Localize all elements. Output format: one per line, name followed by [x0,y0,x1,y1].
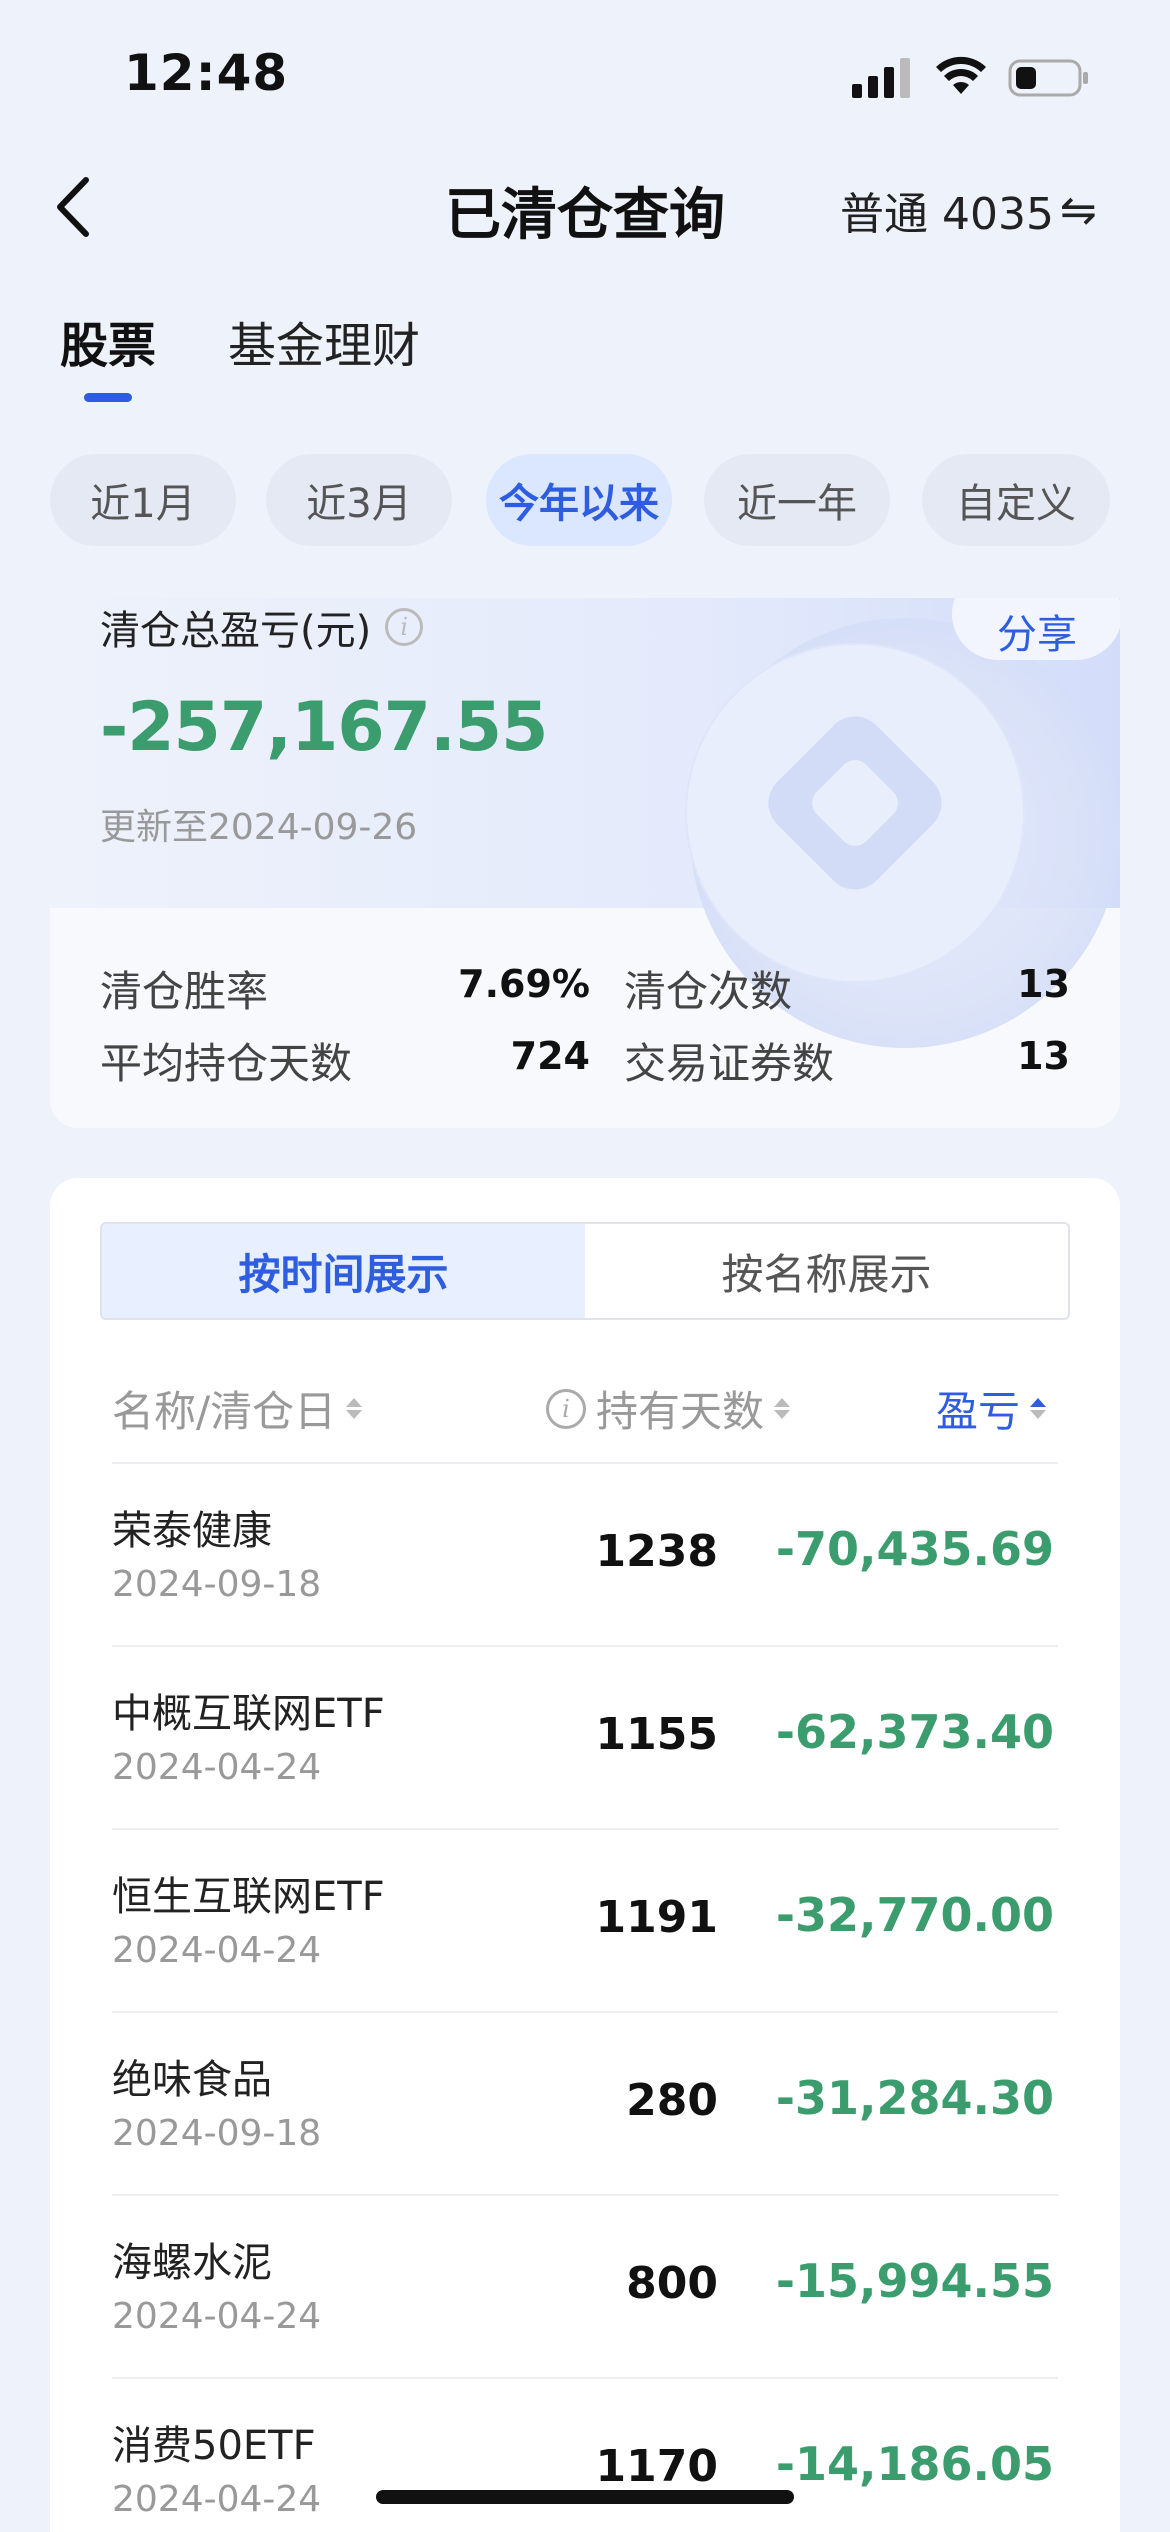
table-row[interactable]: 恒生互联网ETF 2024-04-24 1191 -32,770.00 [112,1830,1058,2013]
row-days: 1238 [595,1526,718,1577]
row-pnl: -70,435.69 [775,1522,1054,1576]
row-name: 中概互联网ETF [112,1691,385,1737]
table-row[interactable]: 中概互联网ETF 2024-04-24 1155 -62,373.40 [112,1647,1058,1830]
row-date: 2024-04-24 [112,1930,322,1971]
filter-1-year[interactable]: 近一年 [704,454,890,546]
view-by-time-button[interactable]: 按时间展示 [102,1224,585,1318]
tab-stocks[interactable]: 股票 [60,306,156,376]
stat-securities-label: 交易证券数 [624,1039,835,1088]
summary-title-label: 清仓总盈亏(元) [100,608,372,654]
table-row[interactable]: 绝味食品 2024-09-18 280 -31,284.30 [112,2013,1058,2196]
row-date: 2024-09-18 [112,2113,322,2154]
view-by-name-button[interactable]: 按名称展示 [585,1224,1068,1318]
row-pnl: -62,373.40 [775,1705,1054,1759]
column-header-name[interactable]: 名称/清仓日 [112,1378,363,1439]
filter-3-months[interactable]: 近3月 [266,454,452,546]
row-date: 2024-04-24 [112,2296,322,2337]
stat-avg-days-label: 平均持仓天数 [100,1039,353,1088]
summary-title: 清仓总盈亏(元) i [100,598,424,656]
row-name: 恒生互联网ETF [112,1874,385,1920]
column-header-pnl[interactable]: 盈亏 [936,1378,1047,1439]
filter-ytd[interactable]: 今年以来 [486,454,672,546]
info-icon[interactable]: i [385,608,424,646]
summary-card: 清仓总盈亏(元) i 分享 -257,167.55 更新至2024-09-26 … [50,598,1120,1128]
swap-icon: ⇋ [1059,184,1097,236]
table-row[interactable]: 消费50ETF 2024-04-24 1170 -14,186.05 [112,2379,1058,2532]
home-indicator[interactable] [376,2490,794,2504]
update-date: 更新至2024-09-26 [100,807,418,848]
row-pnl: -31,284.30 [775,2071,1054,2125]
stat-avg-days-value: 724 [510,1034,590,1078]
column-header-pnl-label: 盈亏 [936,1387,1021,1436]
row-name: 绝味食品 [112,2057,272,2103]
filter-custom[interactable]: 自定义 [922,454,1110,546]
table-row[interactable]: 荣泰健康 2024-09-18 1238 -70,435.69 [112,1464,1058,1647]
sort-icon [774,1398,791,1419]
cleared-positions-card: 按时间展示 按名称展示 名称/清仓日 i 持有天数 盈亏 荣泰健康 2024-0… [50,1178,1120,2532]
filter-1-month[interactable]: 近1月 [50,454,236,546]
column-header-days[interactable]: i 持有天数 [546,1378,791,1439]
row-date: 2024-09-18 [112,1564,322,1605]
stat-win-rate-value: 7.69% [458,962,590,1006]
tab-funds[interactable]: 基金理财 [228,306,420,376]
row-days: 280 [626,2075,718,2126]
account-switcher[interactable]: 普通 4035 ⇋ [840,178,1097,242]
info-icon[interactable]: i [546,1388,586,1429]
row-date: 2024-04-24 [112,1747,322,1788]
row-pnl: -32,770.00 [775,1888,1054,1942]
view-toggle: 按时间展示 按名称展示 [100,1222,1070,1320]
total-pnl: -257,167.55 [100,688,548,767]
table-row[interactable]: 海螺水泥 2024-04-24 800 -15,994.55 [112,2196,1058,2379]
battery-icon [1008,59,1088,97]
share-button[interactable]: 分享 [952,598,1120,660]
stat-count-label: 清仓次数 [624,967,793,1016]
status-time: 12:48 [124,44,289,102]
active-tab-indicator [84,393,132,402]
sort-active-icon [1030,1398,1047,1419]
sort-icon [346,1398,363,1419]
stat-count-value: 13 [1017,962,1070,1006]
row-pnl: -15,994.55 [775,2254,1054,2308]
row-name: 荣泰健康 [112,1508,272,1554]
row-name: 海螺水泥 [112,2240,272,2286]
row-days: 1191 [595,1892,718,1943]
stat-win-rate-label: 清仓胜率 [100,967,269,1016]
column-header-name-label: 名称/清仓日 [112,1387,337,1436]
row-name: 消费50ETF [112,2423,316,2469]
wifi-icon [936,56,986,94]
row-pnl: -14,186.05 [775,2437,1054,2491]
row-days: 1170 [595,2441,718,2492]
row-days: 800 [626,2258,718,2309]
stat-securities-value: 13 [1017,1034,1070,1078]
row-days: 1155 [595,1709,718,1760]
account-label: 普通 4035 [840,189,1054,240]
cellular-signal-icon [852,58,910,98]
row-date: 2024-04-24 [112,2479,322,2520]
column-header-days-label: 持有天数 [596,1387,765,1436]
